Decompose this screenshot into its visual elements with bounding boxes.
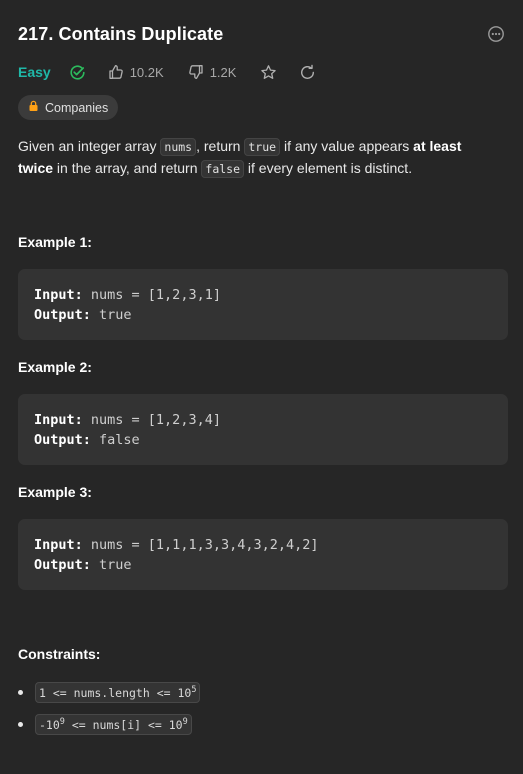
thumbs-up-icon	[108, 64, 124, 80]
lock-icon	[28, 100, 39, 115]
inline-code: nums	[160, 138, 197, 156]
dislikes-count: 1.2K	[209, 64, 237, 80]
example-box: Input: nums = [1,2,3,1] Output: true	[18, 269, 508, 340]
like-button[interactable]: 10.2K	[108, 64, 164, 80]
inline-code: true	[244, 138, 281, 156]
problem-description: Given an integer array nums, return true…	[18, 138, 462, 178]
constraint-code: -109 <= nums[i] <= 109	[35, 714, 192, 735]
dislike-button[interactable]: 1.2K	[188, 64, 237, 80]
example-title: Example 1:	[18, 234, 92, 250]
bullet	[18, 722, 23, 727]
constraints-title: Constraints:	[18, 646, 101, 662]
share-icon[interactable]	[299, 64, 316, 81]
star-icon[interactable]	[260, 64, 277, 81]
more-icon[interactable]	[487, 25, 505, 43]
example-title: Example 3:	[18, 484, 92, 500]
solved-check-icon	[69, 64, 86, 81]
thumbs-down-icon	[188, 64, 204, 80]
problem-meta: Easy 10.2K 1.2K	[18, 61, 316, 83]
companies-label: Companies	[45, 100, 109, 115]
constraint-code: 1 <= nums.length <= 105	[35, 682, 201, 703]
example-box: Input: nums = [1,1,1,3,3,4,3,2,4,2] Outp…	[18, 519, 508, 590]
bullet	[18, 690, 23, 695]
likes-count: 10.2K	[129, 64, 164, 80]
constraint-item: 1 <= nums.length <= 105	[18, 682, 201, 703]
problem-header: 217. Contains Duplicate	[18, 22, 505, 46]
companies-tag[interactable]: Companies	[18, 95, 119, 120]
constraint-item: -109 <= nums[i] <= 109	[18, 714, 192, 735]
inline-code: false	[201, 160, 245, 178]
example-title: Example 2:	[18, 359, 92, 375]
example-box: Input: nums = [1,2,3,4] Output: false	[18, 394, 508, 465]
problem-title: 217. Contains Duplicate	[18, 23, 224, 44]
difficulty-badge: Easy	[18, 64, 51, 80]
